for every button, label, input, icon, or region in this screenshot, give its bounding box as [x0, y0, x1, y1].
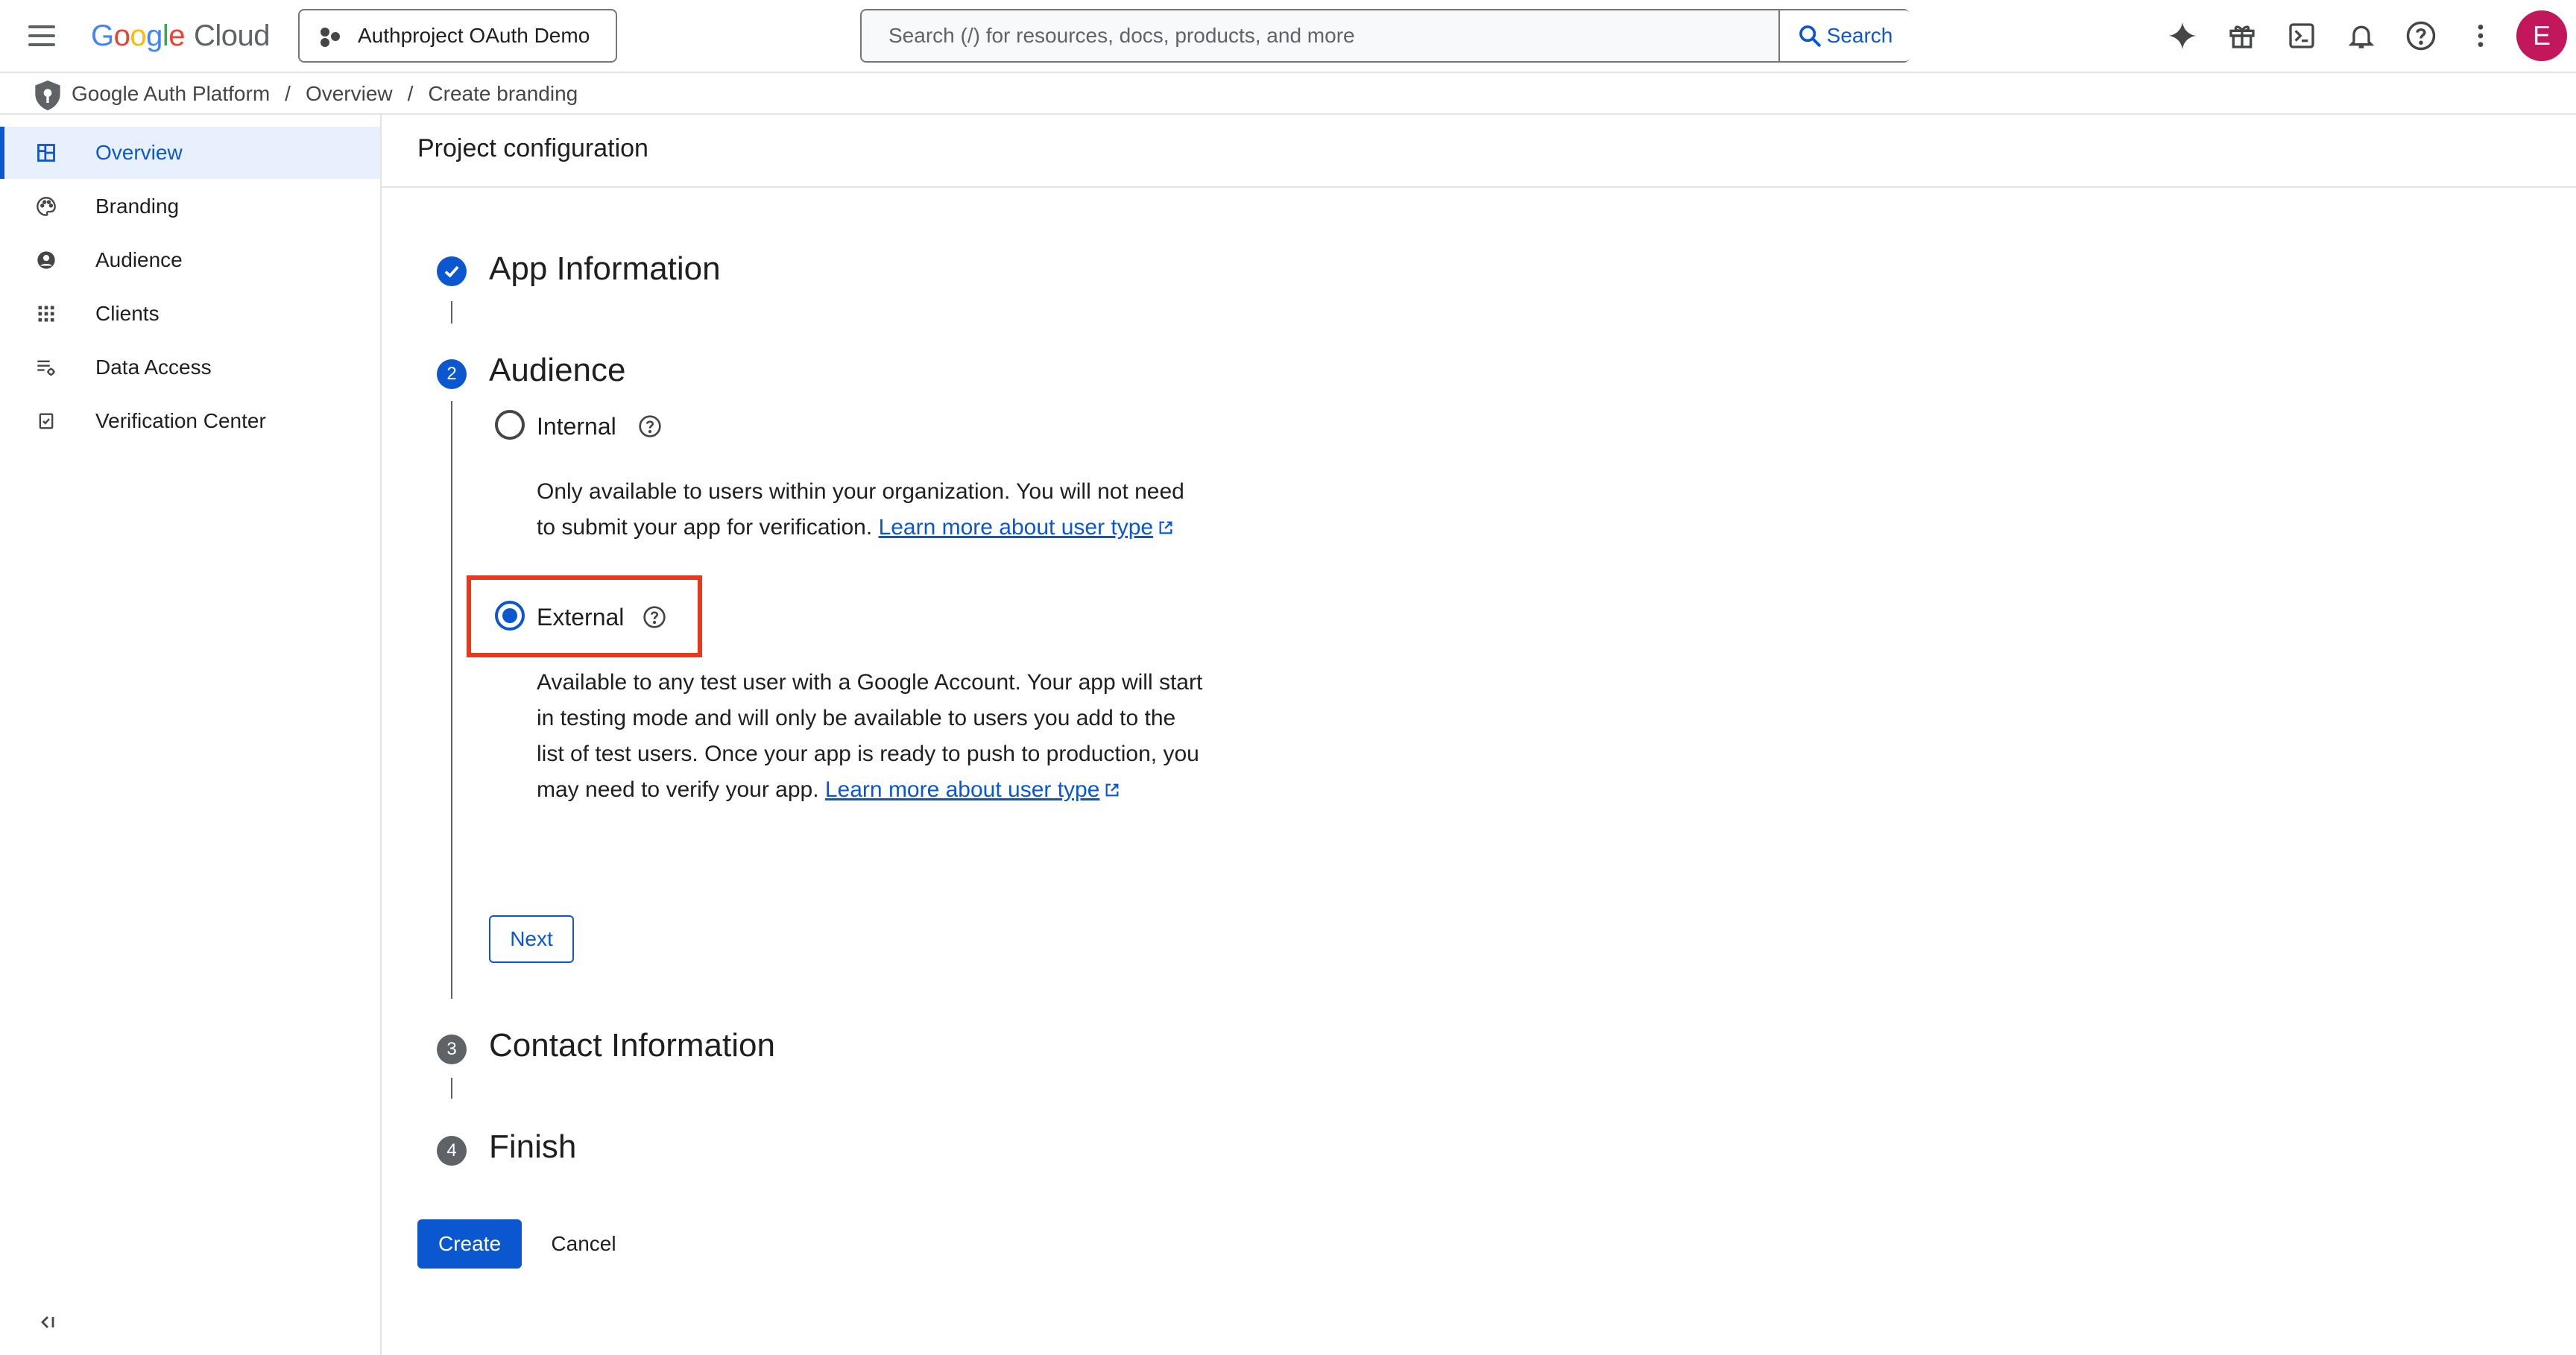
internal-label[interactable]: Internal — [537, 413, 616, 440]
breadcrumb-auth-platform[interactable]: Google Auth Platform — [72, 82, 270, 106]
step-connector — [451, 1078, 452, 1099]
step-complete-check-icon — [437, 256, 467, 286]
account-circle-icon — [37, 251, 55, 269]
search-button-label: Search — [1826, 24, 1893, 47]
external-learn-more-link[interactable]: Learn more about user type — [825, 777, 1121, 802]
step-title-finish: Finish — [489, 1128, 577, 1165]
project-name: Authproject OAuth Demo — [358, 24, 590, 47]
sidebar-item-label: Branding — [95, 195, 180, 218]
external-label[interactable]: External — [537, 604, 624, 631]
cloud-shell-icon[interactable] — [2284, 18, 2320, 54]
project-picker-button[interactable]: Authproject OAuth Demo — [298, 9, 617, 63]
search-button[interactable]: Search — [1778, 10, 1910, 61]
step-connector — [451, 401, 452, 999]
step-title-audience: Audience — [489, 352, 626, 388]
dashboard-icon — [37, 144, 55, 162]
sidebar-item-overview[interactable]: Overview — [0, 127, 380, 179]
cancel-button[interactable]: Cancel — [537, 1219, 631, 1269]
search-input[interactable] — [862, 10, 1778, 61]
external-radio[interactable] — [495, 601, 525, 631]
sidebar-item-clients[interactable]: Clients — [0, 288, 380, 340]
open-in-new-icon — [1159, 521, 1172, 534]
sidebar-item-label: Clients — [95, 302, 160, 325]
sidebar-item-label: Audience — [95, 248, 183, 271]
palette-icon — [37, 197, 56, 216]
gift-icon[interactable] — [2224, 18, 2260, 54]
sidebar-item-audience[interactable]: Audience — [0, 234, 380, 286]
search-bar: Search — [860, 9, 1910, 63]
google-wordmark: Google — [91, 19, 186, 52]
create-button[interactable]: Create — [417, 1219, 522, 1269]
cloud-wordmark: Cloud — [194, 19, 271, 52]
internal-radio[interactable] — [495, 410, 525, 440]
avatar[interactable]: E — [2516, 10, 2567, 61]
data-settings-icon — [37, 360, 55, 376]
page-title: Project configuration — [417, 134, 648, 162]
main-header: Project configuration — [382, 115, 2576, 188]
internal-learn-more-link[interactable]: Learn more about user type — [879, 515, 1175, 540]
shield-icon — [35, 80, 60, 110]
grid-icon — [38, 306, 54, 322]
breadcrumb-separator: / — [407, 82, 414, 105]
more-vert-icon[interactable] — [2463, 18, 2498, 54]
step-title-app-information[interactable]: App Information — [489, 250, 721, 288]
gemini-sparkle-icon[interactable] — [2165, 18, 2200, 54]
sidebar-item-branding[interactable]: Branding — [0, 180, 380, 233]
breadcrumb-create-branding: Create branding — [428, 82, 578, 105]
hub-icon — [319, 25, 341, 47]
sidebar: Overview Branding Audience Clients Data … — [0, 115, 382, 1355]
top-app-bar: Google Cloud Authproject OAuth Demo Sear… — [0, 0, 2576, 72]
search-icon — [1799, 25, 1821, 47]
breadcrumb: Google Auth Platform / Overview / Create… — [72, 82, 578, 106]
step-number-4: 4 — [437, 1136, 467, 1166]
step-title-contact-information: Contact Information — [489, 1027, 775, 1064]
hamburger-menu-icon[interactable] — [25, 21, 58, 51]
breadcrumb-separator: / — [285, 82, 291, 105]
collapse-left-icon — [41, 1316, 54, 1328]
step-number-2: 2 — [437, 359, 467, 389]
collapse-sidebar-button[interactable] — [33, 1307, 63, 1337]
help-outline-icon[interactable] — [638, 414, 662, 438]
step-number-3: 3 — [437, 1035, 467, 1064]
open-in-new-icon — [1106, 783, 1119, 797]
sidebar-item-data-access[interactable]: Data Access — [0, 341, 380, 394]
breadcrumb-bar: Google Auth Platform / Overview / Create… — [0, 72, 2576, 115]
next-button[interactable]: Next — [489, 915, 574, 963]
help-outline-icon[interactable] — [643, 605, 666, 629]
sidebar-item-verification-center[interactable]: Verification Center — [0, 395, 380, 447]
sidebar-item-label: Data Access — [95, 356, 212, 379]
breadcrumb-overview[interactable]: Overview — [306, 82, 393, 106]
internal-description: Only available to users within your orga… — [537, 474, 1208, 546]
sidebar-item-label: Verification Center — [95, 409, 266, 432]
external-description: Available to any test user with a Google… — [537, 665, 1208, 808]
step-connector — [451, 301, 452, 323]
verified-check-icon — [39, 413, 54, 429]
bell-icon[interactable] — [2343, 18, 2379, 54]
help-icon[interactable] — [2403, 18, 2439, 54]
google-cloud-logo[interactable]: Google Cloud — [91, 15, 271, 57]
sidebar-item-label: Overview — [95, 141, 183, 164]
